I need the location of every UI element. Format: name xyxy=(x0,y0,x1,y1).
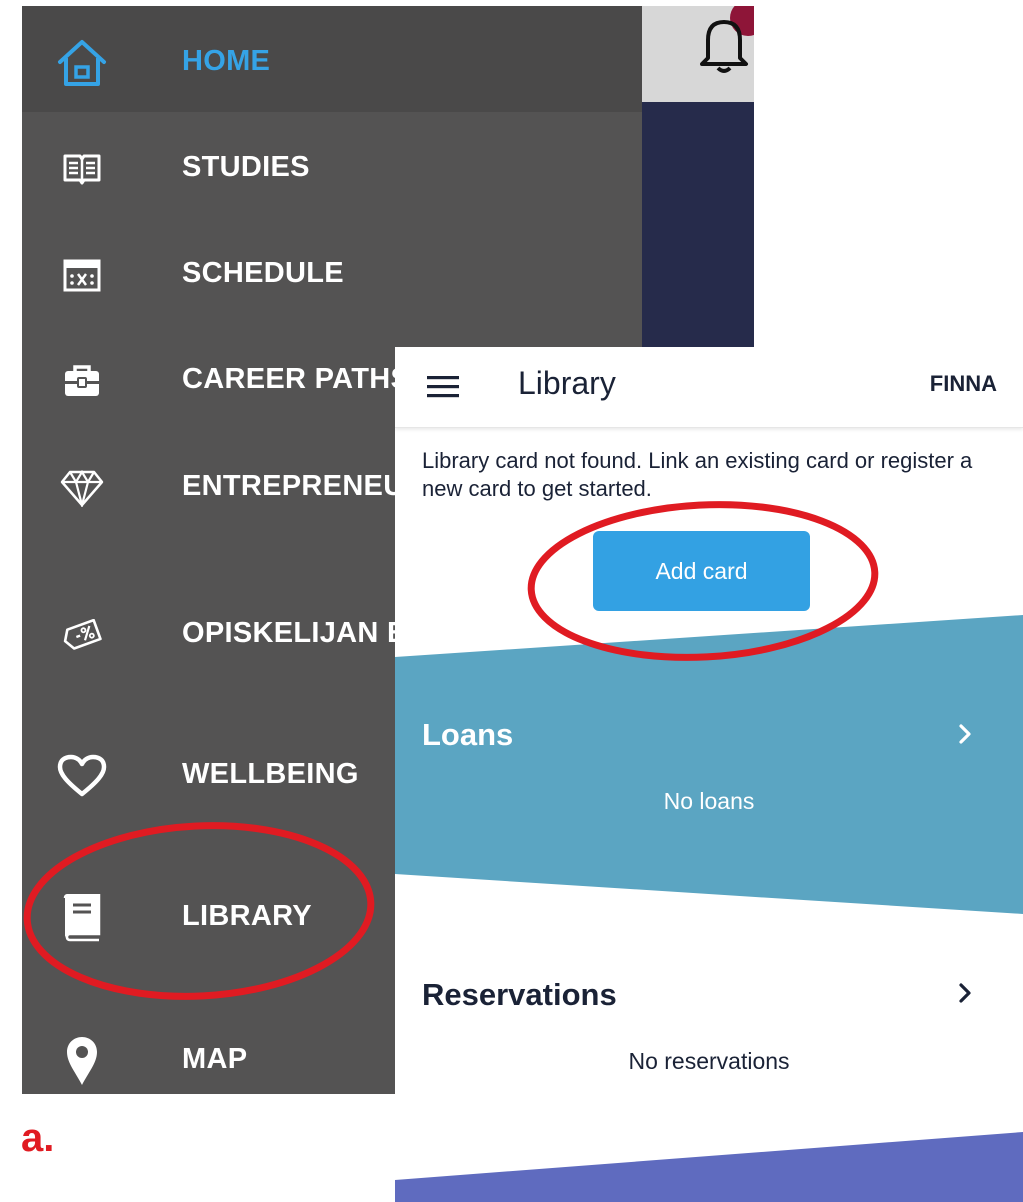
finna-link[interactable]: FINNA xyxy=(930,371,997,397)
nav-item-label: ENTREPRENEU xyxy=(182,470,405,502)
notification-bell-icon[interactable] xyxy=(694,12,754,76)
chevron-right-icon[interactable] xyxy=(953,722,977,746)
nav-item-label: LIBRARY xyxy=(182,900,312,932)
discount-tag-icon xyxy=(54,607,110,663)
figure-label: a. xyxy=(21,1116,55,1160)
nav-item-schedule[interactable]: SCHEDULE xyxy=(22,245,642,305)
nav-item-label: WELLBEING xyxy=(182,758,359,790)
diamond-icon xyxy=(54,460,110,516)
nav-item-label: HOME xyxy=(182,45,271,77)
loans-empty-text: No loans xyxy=(663,788,755,814)
app-bar: Library FINNA xyxy=(395,347,1023,428)
reservations-title: Reservations xyxy=(422,977,617,1012)
nav-item-label: STUDIES xyxy=(182,151,310,183)
library-book-icon xyxy=(54,890,110,946)
chevron-right-icon[interactable] xyxy=(953,981,977,1005)
book-open-icon xyxy=(54,141,110,197)
nav-item-label: OPISKELIJAN E xyxy=(182,617,407,649)
page-title: Library xyxy=(518,365,616,401)
nav-item-label: CAREER PATHS xyxy=(182,363,411,395)
briefcase-icon xyxy=(54,353,110,409)
nav-item-label: SCHEDULE xyxy=(182,257,344,289)
nav-item-studies[interactable]: STUDIES xyxy=(22,139,642,199)
map-pin-icon xyxy=(54,1033,110,1089)
nav-item-home[interactable]: HOME xyxy=(22,33,642,93)
nav-item-label: MAP xyxy=(182,1043,248,1075)
heart-icon xyxy=(54,748,110,804)
reservations-empty-text: No reservations xyxy=(628,1048,790,1074)
library-screen-screenshot: Library FINNA Library card not found. Li… xyxy=(395,347,1023,1202)
library-card-message: Library card not found. Link an existing… xyxy=(422,448,973,501)
add-card-button[interactable]: Add card xyxy=(593,531,810,611)
hamburger-menu-icon[interactable] xyxy=(425,369,461,405)
home-icon xyxy=(54,35,110,91)
loans-title: Loans xyxy=(422,717,514,752)
calendar-icon xyxy=(54,247,110,303)
